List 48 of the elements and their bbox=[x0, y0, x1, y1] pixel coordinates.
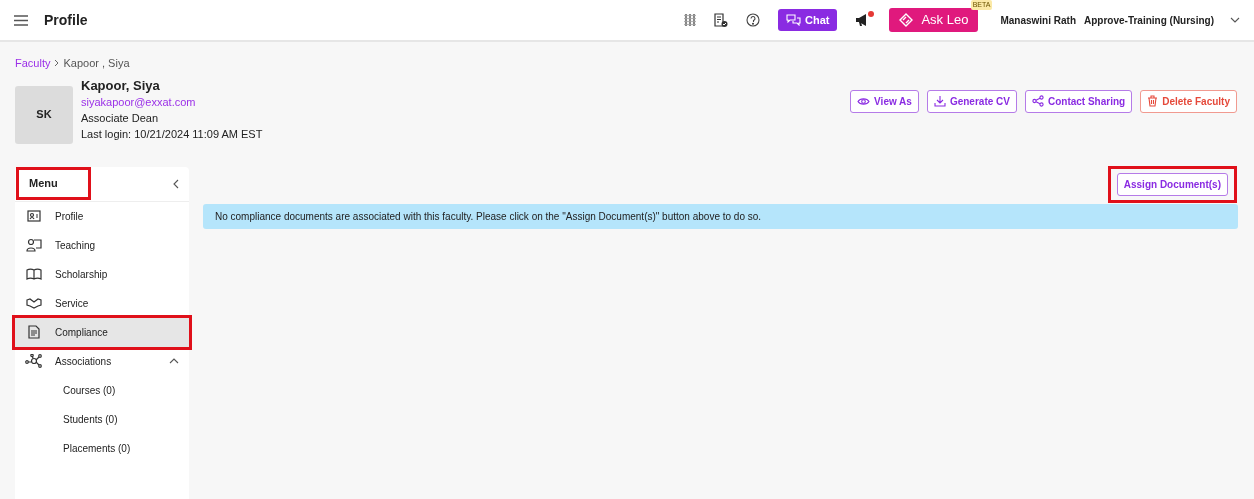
submenu-item[interactable]: Students (0) bbox=[63, 411, 118, 427]
menu-icon[interactable] bbox=[14, 14, 28, 26]
menu-item[interactable]: Scholarship bbox=[15, 259, 189, 289]
open-book-icon bbox=[26, 268, 42, 280]
document-icon bbox=[28, 325, 40, 339]
chevron-right-icon bbox=[54, 59, 60, 68]
avatar: SK bbox=[15, 85, 73, 144]
email-link[interactable]: siyakapoor@exxat.com bbox=[81, 93, 263, 110]
menu-item[interactable]: Teaching bbox=[15, 230, 189, 260]
chat-bubbles-icon bbox=[786, 14, 801, 26]
menu-item[interactable]: Service bbox=[15, 288, 189, 318]
announcement-icon[interactable] bbox=[855, 13, 872, 27]
help-icon[interactable] bbox=[746, 13, 760, 27]
info-alert: No compliance documents are associated with this faculty. Please click on the "Assign Document(s)" button above to do so. bbox=[203, 203, 1238, 229]
chat-button[interactable]: Chat bbox=[778, 8, 838, 32]
menu-item[interactable]: Compliance bbox=[15, 317, 189, 347]
trash-icon bbox=[1147, 95, 1159, 107]
diamond-logo-icon bbox=[899, 13, 914, 27]
action-button[interactable]: Delete Faculty bbox=[1140, 89, 1237, 113]
collapse-icon[interactable] bbox=[173, 178, 179, 189]
action-button[interactable]: Contact Sharing bbox=[1024, 89, 1133, 113]
menu-item[interactable]: Profile bbox=[15, 201, 189, 231]
last-login: Last login: 10/21/2024 11:09 AM EST bbox=[81, 126, 263, 142]
network-icon bbox=[25, 354, 43, 368]
faculty-title: Associate Dean bbox=[81, 110, 160, 126]
teacher-icon bbox=[26, 238, 42, 252]
chevron-up-icon[interactable] bbox=[169, 358, 179, 364]
assign-documents-button[interactable]: Assign Document(s) bbox=[1116, 172, 1228, 196]
action-button[interactable]: Generate CV bbox=[926, 89, 1017, 113]
share-icon bbox=[1031, 95, 1044, 107]
user-name: Manaswini Rath bbox=[1000, 13, 1076, 28]
user-role: Approve-Training (Nursing) bbox=[1084, 13, 1214, 28]
chevron-down-icon[interactable] bbox=[1230, 17, 1240, 23]
app-grid-icon[interactable] bbox=[684, 14, 696, 26]
page-title: Profile bbox=[44, 10, 88, 30]
eye-icon bbox=[857, 96, 871, 106]
menu-title: Menu bbox=[19, 170, 88, 197]
breadcrumb-current: Kapoor , Siya bbox=[63, 56, 130, 71]
faculty-name: Kapoor, Siya bbox=[81, 77, 161, 94]
menu-item[interactable]: Associations bbox=[15, 346, 189, 376]
ask-leo-button[interactable]: Ask Leo bbox=[889, 8, 979, 32]
breadcrumb-link[interactable]: Faculty bbox=[15, 55, 51, 72]
submenu-item[interactable]: Courses (0) bbox=[63, 382, 116, 398]
submenu-item[interactable]: Placements (0) bbox=[63, 440, 131, 456]
download-icon bbox=[933, 95, 946, 107]
id-card-icon bbox=[27, 210, 41, 222]
action-button[interactable]: View As bbox=[850, 89, 919, 113]
document-check-icon[interactable] bbox=[714, 12, 728, 28]
